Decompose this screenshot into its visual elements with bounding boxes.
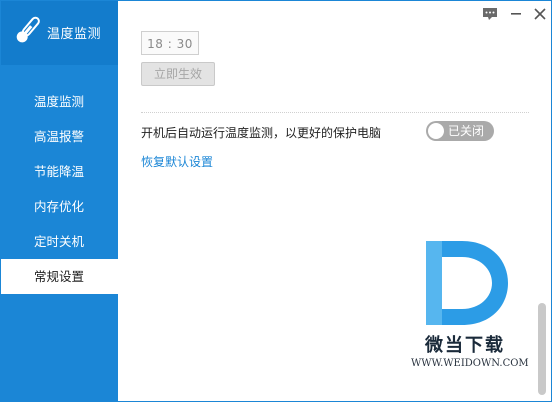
sidebar-item-high-temp-alarm[interactable]: 高温报警 [1, 119, 118, 154]
auto-start-label: 开机后自动运行温度监测，以更好的保护电脑 [141, 126, 382, 140]
sidebar-nav: 温度监测 高温报警 节能降温 内存优化 定时关机 常规设置 [1, 84, 118, 294]
app-header: 温度监测 [1, 1, 118, 65]
restore-defaults-link[interactable]: 恢复默认设置 [141, 153, 213, 170]
section-divider [141, 112, 529, 113]
auto-start-toggle[interactable]: 已关闭 [426, 121, 494, 141]
chat-icon[interactable] [481, 5, 499, 23]
sidebar-item-scheduled-shutdown[interactable]: 定时关机 [1, 224, 118, 259]
apply-now-button[interactable]: 立即生效 [141, 62, 215, 86]
sidebar-item-general-settings[interactable]: 常规设置 [1, 259, 118, 294]
shutdown-time-input[interactable]: 18 : 30 [141, 31, 199, 55]
sidebar-item-energy-cooling[interactable]: 节能降温 [1, 154, 118, 189]
toggle-state-label: 已关闭 [448, 124, 485, 138]
thermometer-icon [16, 16, 40, 43]
watermark-title: 微当下载 [425, 335, 505, 356]
watermark-url: WWW.WEIDOWN.COM [411, 358, 529, 369]
toggle-knob [428, 123, 444, 139]
watermark-logo [426, 241, 508, 325]
sidebar-item-temperature[interactable]: 温度监测 [1, 84, 118, 119]
sidebar-item-memory-optimize[interactable]: 内存优化 [1, 189, 118, 224]
app-window: 温度监测 温度监测 高温报警 节能降温 内存优化 定时关机 常规设置 18 : … [0, 0, 552, 402]
close-icon[interactable] [531, 5, 549, 23]
scrollbar-thumb[interactable] [538, 303, 546, 395]
sidebar: 温度监测 温度监测 高温报警 节能降温 内存优化 定时关机 常规设置 [1, 1, 118, 401]
app-title: 温度监测 [47, 27, 102, 42]
minimize-icon[interactable] [507, 5, 525, 23]
